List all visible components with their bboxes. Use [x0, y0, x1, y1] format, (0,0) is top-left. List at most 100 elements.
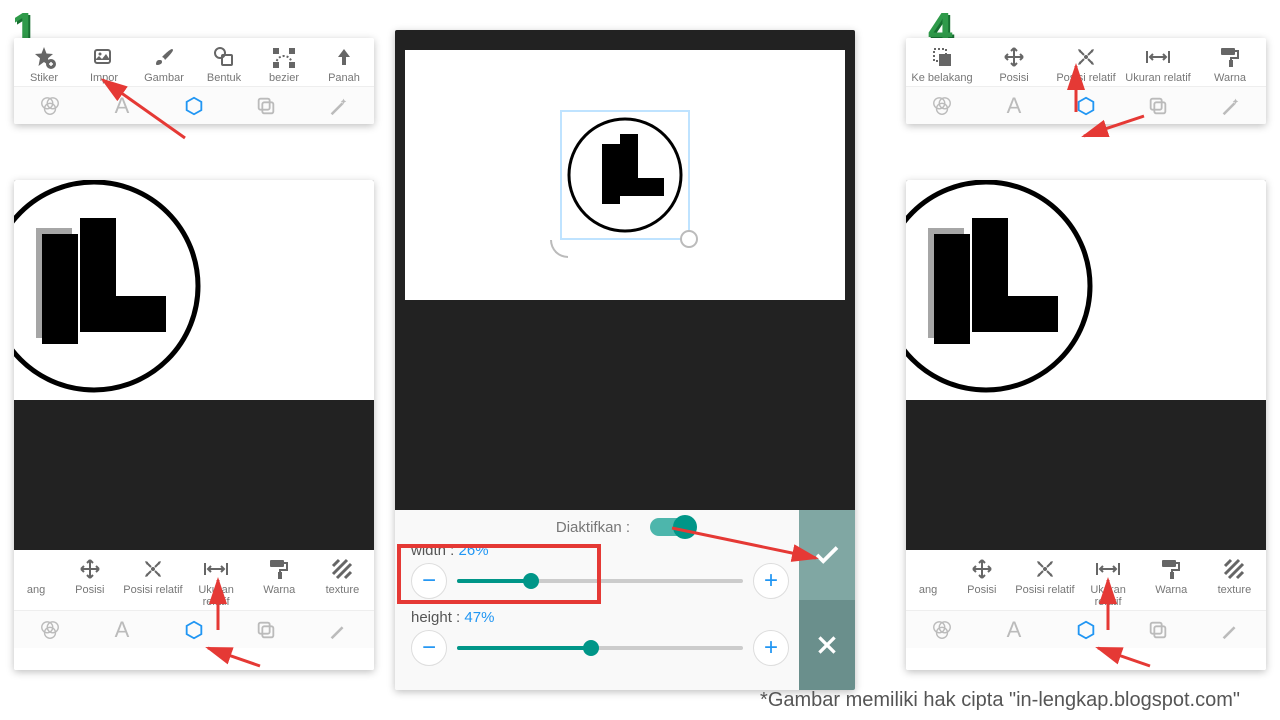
enabled-toggle[interactable] — [650, 518, 694, 536]
paint-roller-icon — [248, 556, 311, 582]
image-import-icon — [74, 44, 134, 70]
tab-text-icon[interactable]: A — [86, 87, 158, 124]
tool-posisi[interactable]: Posisi — [950, 556, 1013, 596]
tool-ukuran-relatif[interactable]: Ukuran relatif — [185, 556, 248, 608]
width-label: width : 26% — [411, 542, 789, 559]
star-plus-icon — [14, 44, 74, 70]
width-slider[interactable] — [457, 579, 743, 583]
tool-row: Stiker Impor Gambar Bentuk bezier — [14, 38, 374, 86]
tab-magic-icon[interactable] — [302, 87, 374, 124]
tool-posisi[interactable]: Posisi — [978, 44, 1050, 84]
height-plus-button[interactable]: + — [753, 630, 789, 666]
canvas[interactable] — [906, 180, 1266, 550]
editor-panel-2: ang Posisi Posisi relatif Ukuran relatif… — [14, 180, 374, 670]
tool-posisi-relatif[interactable]: Posisi relatif — [1050, 44, 1122, 84]
tab-shape-icon[interactable] — [1050, 611, 1122, 648]
tool-texture[interactable]: texture — [311, 556, 374, 596]
canvas[interactable] — [395, 50, 855, 300]
copyright-caption: *Gambar memiliki hak cipta "in-lengkap.b… — [760, 689, 1240, 712]
tool-posisi-relatif[interactable]: Posisi relatif — [121, 556, 184, 596]
tab-shape-icon[interactable] — [158, 87, 230, 124]
height-value: 47% — [464, 609, 494, 626]
tab-magic-icon[interactable] — [1194, 611, 1266, 648]
tool-gambar[interactable]: Gambar — [134, 44, 194, 84]
tab-colors-icon[interactable] — [14, 87, 86, 124]
move-icon — [58, 556, 121, 582]
width-value: 26% — [459, 542, 489, 559]
tab-layers-icon[interactable] — [230, 87, 302, 124]
tool-label: Ke belakang — [906, 72, 978, 84]
tab-shape-icon[interactable] — [158, 611, 230, 648]
tool-label: Gambar — [134, 72, 194, 84]
resize-width-icon — [1122, 44, 1194, 70]
tab-text-icon[interactable]: A — [86, 611, 158, 648]
tab-colors-icon[interactable] — [906, 87, 978, 124]
tool-bezier[interactable]: bezier — [254, 44, 314, 84]
rotate-handle[interactable] — [550, 240, 568, 258]
tool-texture[interactable]: texture — [1203, 556, 1266, 596]
toolbar-panel-4: Ke belakang Posisi Posisi relatif Ukuran… — [906, 38, 1266, 124]
tool-label: texture — [311, 584, 374, 596]
height-minus-button[interactable]: − — [411, 630, 447, 666]
frame-top — [395, 30, 855, 50]
canvas-white — [906, 180, 1266, 400]
confirm-button[interactable] — [799, 510, 855, 600]
tab-colors-icon[interactable] — [14, 611, 86, 648]
confirm-column — [799, 510, 855, 690]
resize-handle[interactable] — [680, 230, 698, 248]
paint-roller-icon — [1194, 44, 1266, 70]
canvas-dark — [395, 300, 855, 510]
logo-image — [562, 112, 688, 238]
move-icon — [950, 556, 1013, 582]
tool-stiker[interactable]: Stiker — [14, 44, 74, 84]
height-label: height : 47% — [411, 609, 789, 626]
tool-ukuran-relatif[interactable]: Ukuran relatif — [1122, 44, 1194, 84]
tool-label: bezier — [254, 72, 314, 84]
tab-layers-icon[interactable] — [230, 611, 302, 648]
texture-icon — [1203, 556, 1266, 582]
tab-magic-icon[interactable] — [302, 611, 374, 648]
selection-box[interactable] — [560, 110, 690, 240]
tool-panah[interactable]: Panah — [314, 44, 374, 84]
center-align-icon — [1013, 556, 1076, 582]
tab-shape-icon[interactable] — [1050, 87, 1122, 124]
tab-layers-icon[interactable] — [1122, 611, 1194, 648]
tab-layers-icon[interactable] — [1122, 87, 1194, 124]
tool-bentuk[interactable]: Bentuk — [194, 44, 254, 84]
tool-warna[interactable]: Warna — [1140, 556, 1203, 596]
tool-warna[interactable]: Warna — [1194, 44, 1266, 84]
brush-icon — [134, 44, 194, 70]
tool-ang[interactable]: ang — [14, 556, 58, 596]
tool-label: texture — [1203, 584, 1266, 596]
tool-ke-belakang[interactable]: Ke belakang — [906, 44, 978, 84]
tool-label: Impor — [74, 72, 134, 84]
arrow-up-icon — [314, 44, 374, 70]
canvas[interactable] — [14, 180, 374, 550]
tab-magic-icon[interactable] — [1194, 87, 1266, 124]
width-minus-button[interactable]: − — [411, 563, 447, 599]
tool-impor[interactable]: Impor — [74, 44, 134, 84]
shapes-icon — [194, 44, 254, 70]
width-plus-button[interactable]: + — [753, 563, 789, 599]
tool-label: Ukuran relatif — [185, 584, 248, 608]
tab-text-icon[interactable]: A — [978, 87, 1050, 124]
height-slider[interactable] — [457, 646, 743, 650]
tool-posisi-relatif[interactable]: Posisi relatif — [1013, 556, 1076, 596]
resize-width-icon — [185, 556, 248, 582]
enabled-label: Diaktifkan : — [556, 519, 630, 536]
tool-label: Warna — [248, 584, 311, 596]
tab-colors-icon[interactable] — [906, 611, 978, 648]
tool-label: Posisi — [950, 584, 1013, 596]
tool-ukuran-relatif[interactable]: Ukuran relatif — [1077, 556, 1140, 608]
paint-roller-icon — [1140, 556, 1203, 582]
tool-ang[interactable]: ang — [906, 556, 950, 596]
send-back-icon — [906, 44, 978, 70]
center-align-icon — [121, 556, 184, 582]
tool-posisi[interactable]: Posisi — [58, 556, 121, 596]
tool-label: Panah — [314, 72, 374, 84]
cancel-button[interactable] — [799, 600, 855, 690]
tool-label: Warna — [1140, 584, 1203, 596]
tool-label: Bentuk — [194, 72, 254, 84]
tab-text-icon[interactable]: A — [978, 611, 1050, 648]
tool-warna[interactable]: Warna — [248, 556, 311, 596]
